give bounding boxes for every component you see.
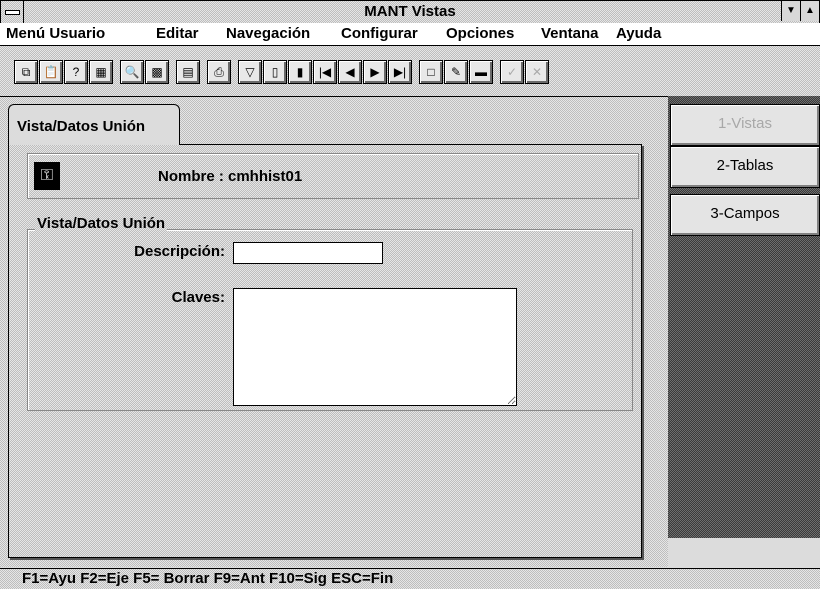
claves-textarea[interactable] bbox=[233, 288, 517, 406]
copy-icon[interactable]: ⧉ bbox=[14, 60, 38, 84]
tab-tablas-button[interactable]: 2-Tablas bbox=[670, 146, 820, 188]
key-record-icon: ⚿ bbox=[34, 162, 60, 190]
window-title: MANT Vistas bbox=[364, 3, 456, 20]
menu-ventana[interactable]: Ventana bbox=[541, 25, 599, 42]
form-icon[interactable]: ▦ bbox=[89, 60, 113, 84]
filter-icon[interactable]: ▽ bbox=[238, 60, 262, 84]
new-record-icon[interactable]: □ bbox=[419, 60, 443, 84]
menu-editar[interactable]: Editar bbox=[156, 25, 199, 42]
table-icon[interactable]: ▤ bbox=[176, 60, 200, 84]
column-icon[interactable]: ▯ bbox=[263, 60, 287, 84]
last-record-icon[interactable]: ▶| bbox=[388, 60, 412, 84]
group-title: Vista/Datos Unión bbox=[35, 215, 168, 232]
menu-usuario[interactable]: Menú Usuario bbox=[6, 25, 105, 42]
maximize-button[interactable]: ▲ bbox=[800, 1, 819, 21]
paste-icon[interactable]: 📋 bbox=[39, 60, 63, 84]
bar-chart-icon[interactable]: ▮ bbox=[288, 60, 312, 84]
record-name: Nombre : cmhhist01 bbox=[158, 168, 303, 185]
record-header: ⚿ Nombre : cmhhist01 bbox=[27, 153, 639, 199]
up-arrow-icon: ▲ bbox=[805, 5, 815, 16]
tab-vistas-button[interactable]: 1-Vistas bbox=[670, 104, 820, 146]
minimize-button[interactable]: ▼ bbox=[781, 1, 800, 21]
menu-opciones[interactable]: Opciones bbox=[446, 25, 514, 42]
descripcion-input[interactable] bbox=[233, 242, 383, 264]
status-keys: F1=Ayu F2=Eje F5= Borrar F9=Ant F10=Sig … bbox=[22, 570, 394, 587]
print-icon[interactable]: ⎙ bbox=[207, 60, 231, 84]
search-icon[interactable]: 🔍 bbox=[120, 60, 144, 84]
prev-record-icon[interactable]: ◀ bbox=[338, 60, 362, 84]
menu-configurar[interactable]: Configurar bbox=[341, 25, 418, 42]
title-bar: MANT Vistas ▼ ▲ bbox=[0, 0, 820, 24]
claves-label: Claves: bbox=[171, 289, 225, 306]
descripcion-label: Descripción: bbox=[134, 243, 225, 260]
menu-bar: Menú Usuario Editar Navegación Configura… bbox=[0, 23, 820, 46]
delete-icon[interactable]: ▬ bbox=[469, 60, 493, 84]
query-icon[interactable]: ? bbox=[64, 60, 88, 84]
form-panel: ⚿ Nombre : cmhhist01 Vista/Datos Unión D… bbox=[8, 144, 642, 558]
cancel-icon[interactable]: ✕ bbox=[525, 60, 549, 84]
menu-ayuda[interactable]: Ayuda bbox=[616, 25, 661, 42]
toolbar: ⧉ 📋 ? ▦ 🔍 ▩ ▤ ⎙ ▽ ▯ ▮ |◀ ◀ ▶ ▶| □ ✎ ▬ ✓ … bbox=[0, 46, 820, 97]
status-bar: F1=Ayu F2=Eje F5= Borrar F9=Ant F10=Sig … bbox=[0, 568, 820, 589]
tab-campos-button[interactable]: 3-Campos bbox=[670, 194, 820, 236]
menu-navegacion[interactable]: Navegación bbox=[226, 25, 310, 42]
tab-vista-datos[interactable]: Vista/Datos Unión bbox=[8, 104, 180, 145]
tab-label: Vista/Datos Unión bbox=[17, 118, 146, 135]
next-record-icon[interactable]: ▶ bbox=[363, 60, 387, 84]
edit-icon[interactable]: ✎ bbox=[444, 60, 468, 84]
grid-icon[interactable]: ▩ bbox=[145, 60, 169, 84]
first-record-icon[interactable]: |◀ bbox=[313, 60, 337, 84]
down-arrow-icon: ▼ bbox=[786, 5, 796, 16]
confirm-icon[interactable]: ✓ bbox=[500, 60, 524, 84]
